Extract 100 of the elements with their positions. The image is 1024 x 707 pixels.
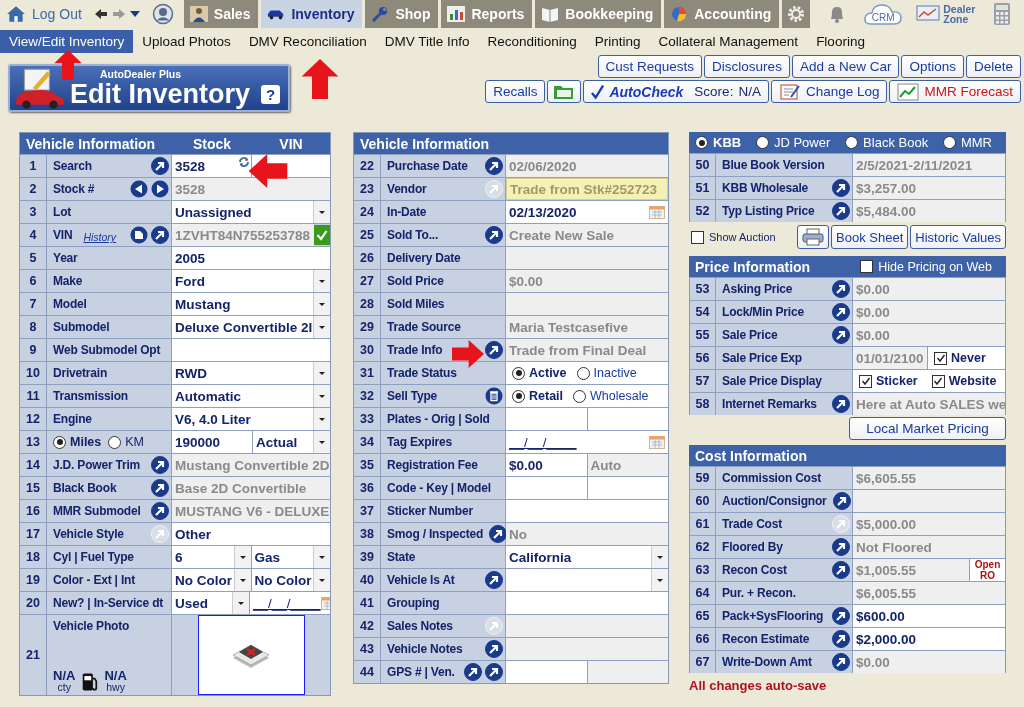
- readonly-field: Mustang Convertible 2D: [172, 454, 330, 476]
- brand-text: AutoDealer Plus: [100, 68, 183, 80]
- dealer-zone-button[interactable]: Dealer Zone: [916, 4, 980, 24]
- date-field[interactable]: 02/13/2020: [506, 201, 668, 223]
- field-label: Drivetrain: [53, 366, 108, 380]
- dropdown[interactable]: Deluxe Convertible 2I: [172, 316, 330, 338]
- field-label: Trade Info: [387, 343, 443, 357]
- field-label: Trade Source: [387, 320, 461, 334]
- input-field[interactable]: 2005: [172, 247, 330, 269]
- readonly-field: 1ZVHT84N755253788: [172, 224, 314, 246]
- field-label: Year: [53, 251, 78, 265]
- action-button[interactable]: Delete: [965, 55, 1021, 78]
- field-label: New? | In-Service dt: [53, 596, 164, 610]
- mpg-unit: hwy: [106, 682, 125, 693]
- radio-button[interactable]: Black Book: [845, 135, 929, 150]
- dropdown[interactable]: No Color: [172, 569, 251, 591]
- submenu-item[interactable]: Flooring: [807, 30, 874, 53]
- action-button[interactable]: Disclosures: [704, 55, 790, 78]
- dropdown[interactable]: No Color: [250, 569, 330, 591]
- autocheck-button[interactable]: AutoCheck Score: N/A: [583, 80, 769, 103]
- field-label: Cyl | Fuel Type: [53, 550, 134, 564]
- field-label: Black Book: [53, 481, 117, 495]
- dropdown[interactable]: V6, 4.0 Liter: [172, 408, 330, 430]
- nav-tab[interactable]: Inventory: [261, 0, 363, 28]
- recalls-button[interactable]: Recalls: [485, 80, 546, 103]
- dropdown[interactable]: California: [506, 546, 668, 568]
- action-button[interactable]: Add a New Car: [791, 55, 900, 78]
- field-label: Lot: [53, 205, 72, 219]
- history-link[interactable]: History: [83, 231, 117, 243]
- help-button[interactable]: ?: [261, 85, 280, 104]
- section-title: Vehicle Information: [360, 135, 490, 152]
- field-label: Grouping: [387, 596, 440, 610]
- field-label: Sale Price Display: [722, 374, 822, 388]
- submenu-item[interactable]: Upload Photos: [133, 30, 240, 53]
- radio-button[interactable]: JD Power: [755, 135, 831, 150]
- field-label: In-Date: [387, 205, 427, 219]
- field-label: Submodel: [53, 320, 110, 334]
- dropdown[interactable]: Used: [172, 592, 249, 614]
- field-label: Code - Key | Model: [387, 481, 491, 495]
- radio-button[interactable]: Wholesale: [573, 389, 649, 403]
- field-label: Trade Status: [387, 366, 457, 380]
- submenu-item[interactable]: Collateral Management: [649, 30, 808, 53]
- input-field[interactable]: Other: [172, 523, 330, 545]
- date-field[interactable]: __/__/____: [506, 431, 668, 453]
- date-field[interactable]: __/__/____: [249, 592, 330, 614]
- readonly-field: Auto: [586, 454, 668, 476]
- dropdown[interactable]: Unassigned: [172, 201, 330, 223]
- action-button[interactable]: Cust Requests: [597, 55, 703, 78]
- readonly-field: MUSTANG V6 - DELUXE: [172, 500, 330, 522]
- input-field[interactable]: 3528: [172, 155, 251, 177]
- dropdown[interactable]: Automatic: [172, 385, 330, 407]
- readonly-field: 02/06/2020: [506, 155, 668, 177]
- field-label: Registration Fee: [387, 458, 478, 472]
- section-title: Price Information: [695, 258, 811, 275]
- field-label: Sell Type: [387, 389, 437, 403]
- book-button[interactable]: Book Sheet: [831, 225, 909, 249]
- mmr-forecast-button[interactable]: MMR Forecast: [889, 80, 1021, 103]
- checkbox[interactable]: Show Auction: [691, 230, 776, 244]
- book-button[interactable]: Historic Values: [910, 225, 1006, 249]
- field-label: Engine: [53, 412, 92, 426]
- radio-button[interactable]: KM: [108, 435, 144, 449]
- field-label: Sticker Number: [387, 504, 473, 518]
- dropdown[interactable]: 6: [172, 546, 251, 568]
- radio-button[interactable]: Active: [512, 366, 567, 380]
- radio-button[interactable]: Retail: [512, 389, 564, 403]
- column-header: VIN: [278, 135, 304, 152]
- submenu-item[interactable]: View/Edit Inventory: [0, 30, 134, 53]
- page-title: Edit Inventory: [70, 79, 251, 108]
- submenu-item[interactable]: DMV Reconciliation: [239, 30, 376, 53]
- local-market-pricing-button[interactable]: Local Market Pricing: [849, 417, 1006, 440]
- dropdown[interactable]: Actual: [252, 431, 330, 453]
- radio-button[interactable]: Inactive: [576, 366, 637, 380]
- crm-button[interactable]: CRM: [862, 1, 905, 27]
- checkbox[interactable]: Website: [931, 374, 997, 388]
- radio-button[interactable]: Miles: [53, 435, 102, 449]
- dropdown[interactable]: RWD: [172, 362, 330, 384]
- input-field[interactable]: $0.00: [506, 454, 587, 476]
- field-label: Delivery Date: [387, 251, 461, 265]
- submenu-item[interactable]: DMV Title Info: [375, 30, 479, 53]
- field-label: Vehicle Is At: [387, 573, 455, 587]
- checkbox[interactable]: Sticker: [859, 374, 918, 388]
- submenu-item[interactable]: Reconditioning: [478, 30, 586, 53]
- field-label: Vehicle Notes: [387, 642, 463, 656]
- dropdown[interactable]: Ford: [172, 270, 330, 292]
- field-label: J.D. Power Trim: [53, 458, 141, 472]
- dropdown[interactable]: Gas: [250, 546, 330, 568]
- radio-button[interactable]: MMR: [942, 135, 992, 150]
- logout-link[interactable]: Log Out: [6, 5, 82, 23]
- action-button[interactable]: Options: [901, 55, 964, 78]
- change-log-button[interactable]: Change Log: [770, 80, 888, 103]
- mpg-value: N/A: [104, 669, 127, 682]
- field-label: Color - Ext | Int: [53, 573, 135, 587]
- dropdown[interactable]: Mustang: [172, 293, 330, 315]
- input-field[interactable]: 190000: [172, 431, 252, 453]
- radio-button[interactable]: KBB: [695, 135, 742, 150]
- field-label: State: [387, 550, 416, 564]
- field-label: Transmission: [53, 389, 128, 403]
- readonly-field: $0.00: [506, 270, 668, 292]
- checkbox[interactable]: Hide Pricing on Web: [860, 259, 992, 274]
- submenu-item[interactable]: Printing: [585, 30, 650, 53]
